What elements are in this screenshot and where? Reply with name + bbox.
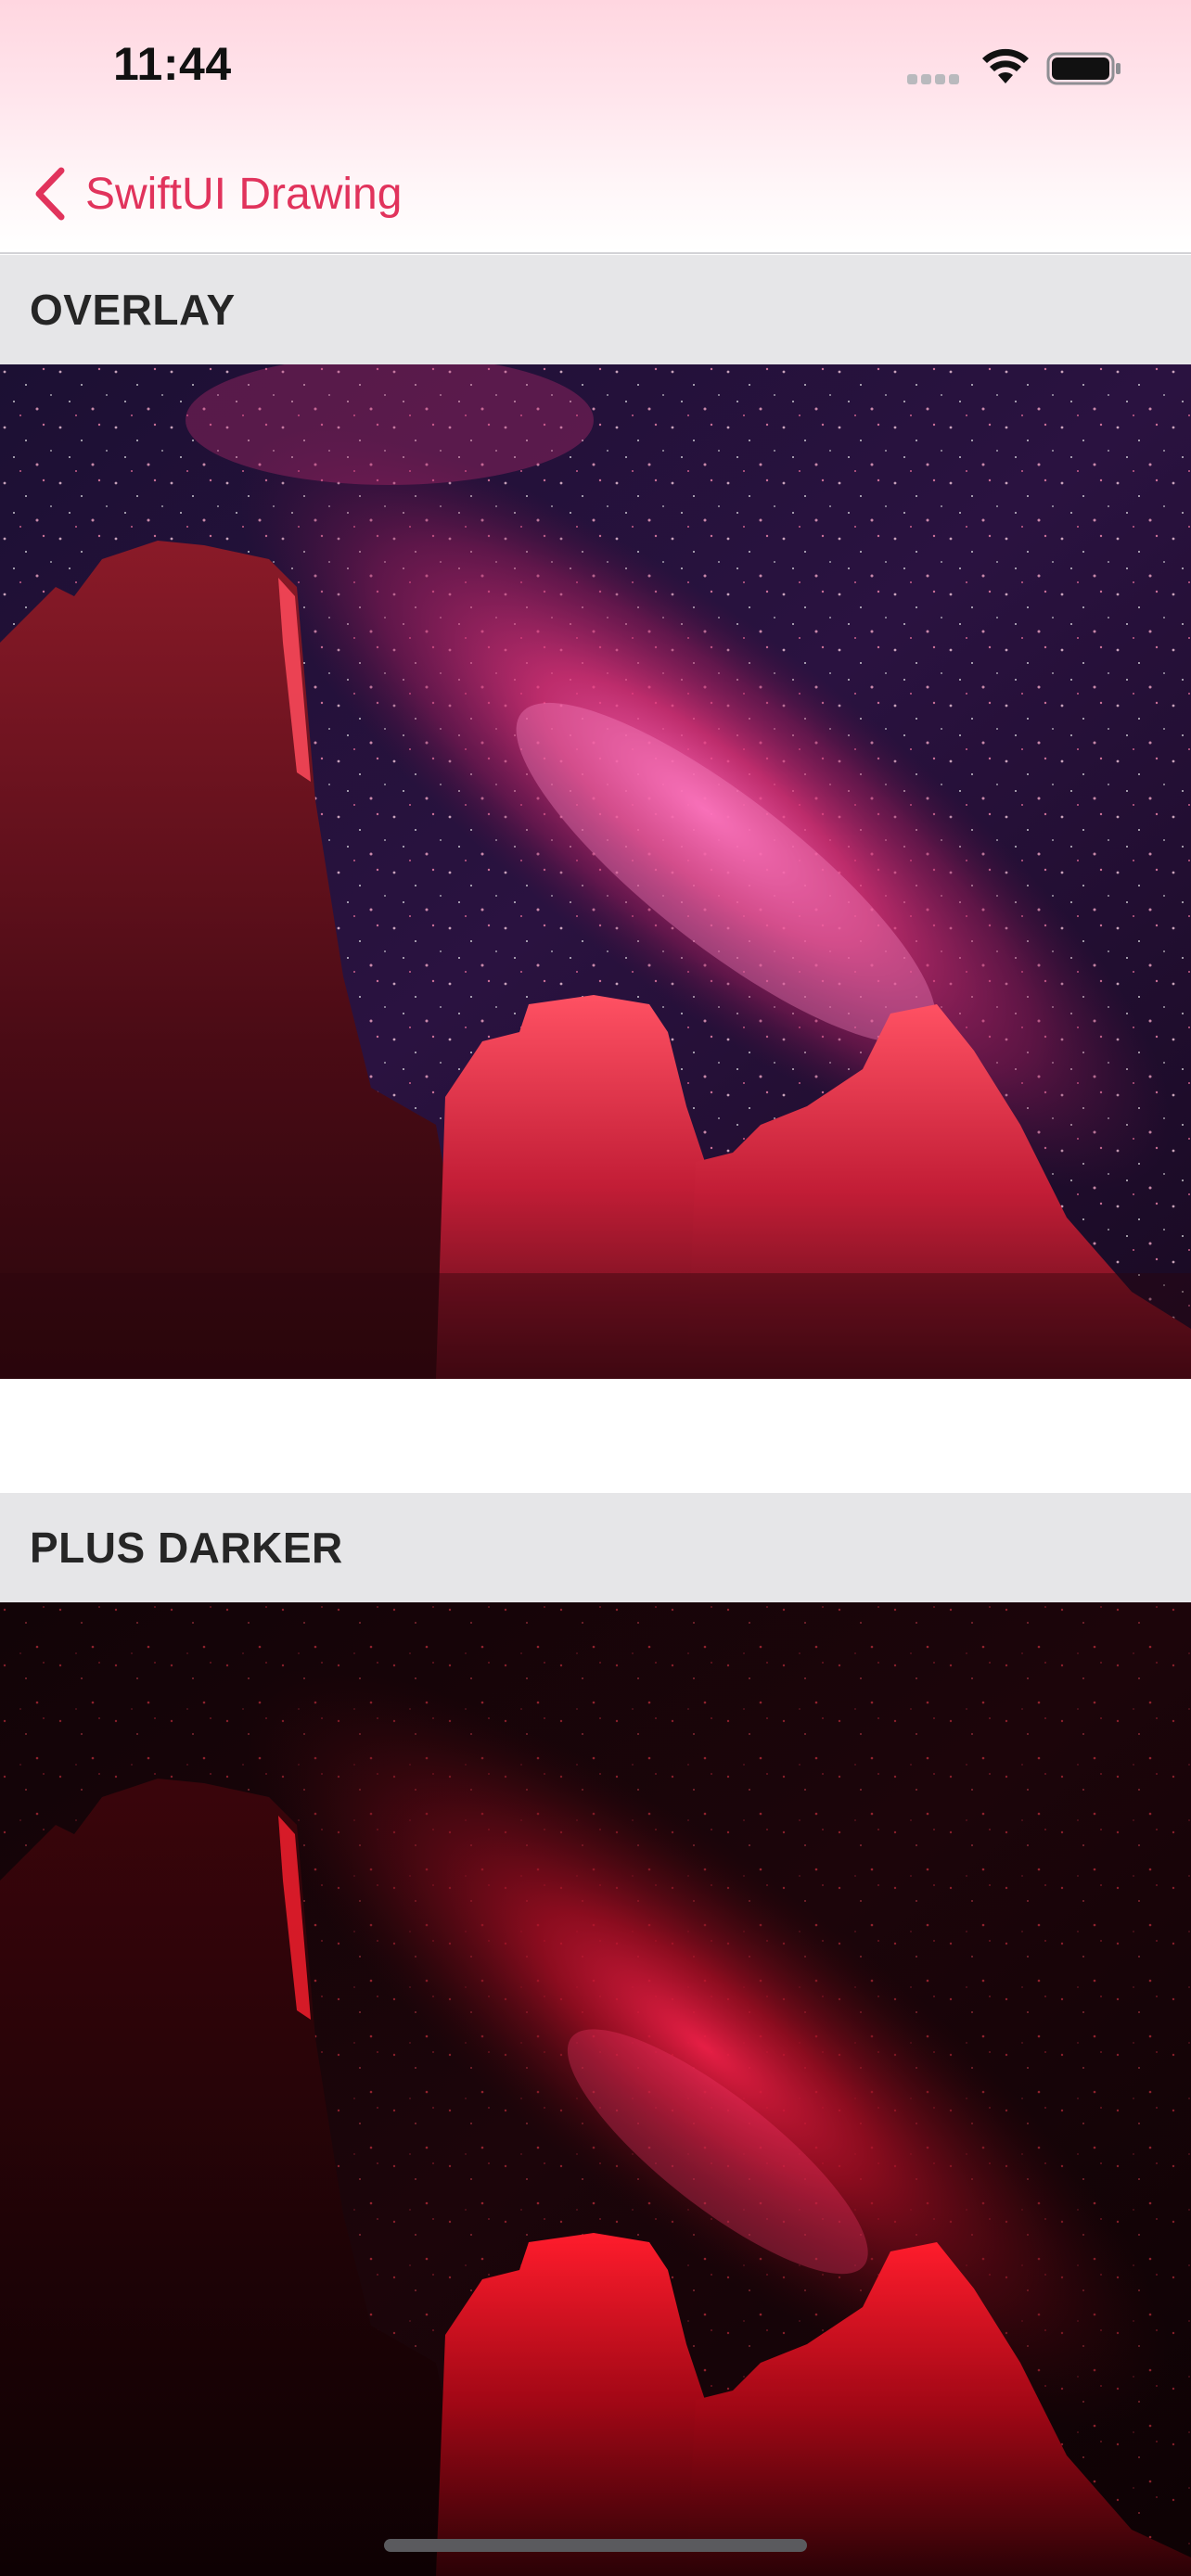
section-header-plus-darker: PLUS DARKER <box>0 1493 1191 1602</box>
app-screen: 11:44 SwiftUI Drawing OVERLAY PLUS DARKE… <box>0 0 1191 2576</box>
overlay-photo <box>0 364 1191 1379</box>
back-button-label: SwiftUI Drawing <box>85 169 403 219</box>
navigation-bar: 11:44 SwiftUI Drawing <box>0 0 1191 254</box>
back-button[interactable]: SwiftUI Drawing <box>32 161 402 226</box>
battery-icon <box>1046 52 1121 85</box>
status-time: 11:44 <box>113 38 232 90</box>
home-indicator[interactable] <box>384 2539 807 2552</box>
wifi-icon <box>982 48 1029 83</box>
section-header-overlay: OVERLAY <box>0 255 1191 364</box>
section-title: OVERLAY <box>30 286 236 334</box>
plus-darker-photo <box>0 1602 1191 2576</box>
cellular-signal-icon <box>907 74 963 85</box>
chevron-left-icon <box>35 167 65 221</box>
section-title: PLUS DARKER <box>30 1524 343 1572</box>
